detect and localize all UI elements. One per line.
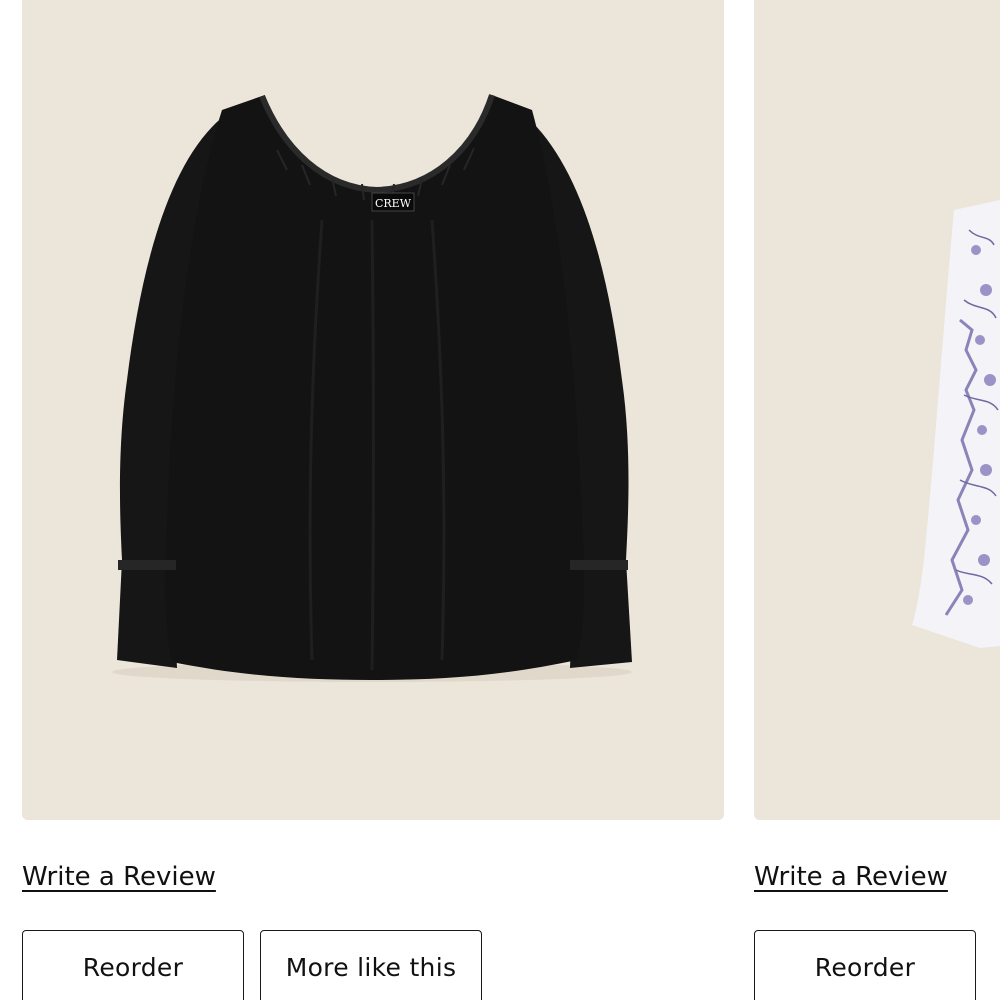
printed-top-image xyxy=(754,0,1000,820)
order-history-carousel: CREW Write a Review Reorder More like th… xyxy=(0,0,1000,1000)
more-like-this-button-label: More like this xyxy=(285,953,457,982)
black-blouse-image: CREW xyxy=(22,0,724,820)
write-review-link[interactable]: Write a Review xyxy=(754,862,948,892)
product-image[interactable] xyxy=(754,0,1000,820)
more-like-this-button[interactable]: More like this xyxy=(260,930,482,1000)
write-review-link[interactable]: Write a Review xyxy=(22,862,216,892)
reorder-button[interactable]: Reorder xyxy=(22,930,244,1000)
product-card: Write a Review Reorder xyxy=(754,0,1000,1000)
product-image[interactable]: CREW xyxy=(22,0,724,820)
reorder-button[interactable]: Reorder xyxy=(754,930,976,1000)
product-card: CREW Write a Review Reorder More like th… xyxy=(22,0,724,1000)
brand-tag-text: CREW xyxy=(375,197,412,210)
reorder-button-label: Reorder xyxy=(82,953,184,982)
reorder-button-label: Reorder xyxy=(814,953,916,982)
